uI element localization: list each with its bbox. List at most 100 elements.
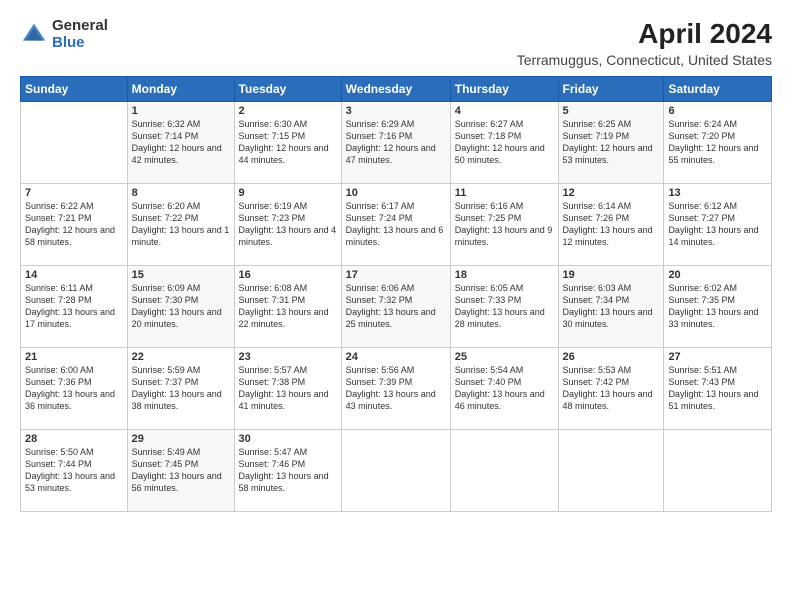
logo-general: General (52, 18, 108, 35)
day-number: 18 (455, 269, 554, 281)
cell-info: Sunrise: 6:17 AMSunset: 7:24 PMDaylight:… (346, 201, 444, 247)
calendar-cell: 23 Sunrise: 5:57 AMSunset: 7:38 PMDaylig… (234, 348, 341, 430)
main-title: April 2024 (517, 18, 772, 50)
calendar-cell: 20 Sunrise: 6:02 AMSunset: 7:35 PMDaylig… (664, 266, 772, 348)
calendar-cell: 8 Sunrise: 6:20 AMSunset: 7:22 PMDayligh… (127, 184, 234, 266)
day-number: 7 (25, 187, 123, 199)
day-number: 5 (563, 105, 660, 117)
day-number: 20 (668, 269, 767, 281)
day-number: 30 (239, 433, 337, 445)
day-number: 9 (239, 187, 337, 199)
day-number: 11 (455, 187, 554, 199)
cell-info: Sunrise: 6:32 AMSunset: 7:14 PMDaylight:… (132, 119, 222, 165)
week-row-3: 14 Sunrise: 6:11 AMSunset: 7:28 PMDaylig… (21, 266, 772, 348)
calendar-cell: 19 Sunrise: 6:03 AMSunset: 7:34 PMDaylig… (558, 266, 664, 348)
calendar-cell: 29 Sunrise: 5:49 AMSunset: 7:45 PMDaylig… (127, 430, 234, 512)
calendar-cell: 21 Sunrise: 6:00 AMSunset: 7:36 PMDaylig… (21, 348, 128, 430)
cell-info: Sunrise: 6:12 AMSunset: 7:27 PMDaylight:… (668, 201, 758, 247)
day-number: 19 (563, 269, 660, 281)
day-number: 6 (668, 105, 767, 117)
cell-info: Sunrise: 5:49 AMSunset: 7:45 PMDaylight:… (132, 447, 222, 493)
week-row-4: 21 Sunrise: 6:00 AMSunset: 7:36 PMDaylig… (21, 348, 772, 430)
cell-info: Sunrise: 6:14 AMSunset: 7:26 PMDaylight:… (563, 201, 653, 247)
week-row-2: 7 Sunrise: 6:22 AMSunset: 7:21 PMDayligh… (21, 184, 772, 266)
calendar-cell (341, 430, 450, 512)
header-sunday: Sunday (21, 77, 128, 102)
day-number: 23 (239, 351, 337, 363)
calendar-cell (664, 430, 772, 512)
week-row-5: 28 Sunrise: 5:50 AMSunset: 7:44 PMDaylig… (21, 430, 772, 512)
logo-text: General Blue (52, 18, 108, 51)
cell-info: Sunrise: 5:57 AMSunset: 7:38 PMDaylight:… (239, 365, 329, 411)
day-number: 10 (346, 187, 446, 199)
cell-info: Sunrise: 6:19 AMSunset: 7:23 PMDaylight:… (239, 201, 337, 247)
header-tuesday: Tuesday (234, 77, 341, 102)
day-number: 17 (346, 269, 446, 281)
cell-info: Sunrise: 5:50 AMSunset: 7:44 PMDaylight:… (25, 447, 115, 493)
calendar-cell: 11 Sunrise: 6:16 AMSunset: 7:25 PMDaylig… (450, 184, 558, 266)
cell-info: Sunrise: 6:08 AMSunset: 7:31 PMDaylight:… (239, 283, 329, 329)
calendar-header: Sunday Monday Tuesday Wednesday Thursday… (21, 77, 772, 102)
title-block: April 2024 Terramuggus, Connecticut, Uni… (517, 18, 772, 68)
cell-info: Sunrise: 6:25 AMSunset: 7:19 PMDaylight:… (563, 119, 653, 165)
logo-blue: Blue (52, 35, 108, 52)
day-number: 24 (346, 351, 446, 363)
cell-info: Sunrise: 6:11 AMSunset: 7:28 PMDaylight:… (25, 283, 115, 329)
cell-info: Sunrise: 6:03 AMSunset: 7:34 PMDaylight:… (563, 283, 653, 329)
calendar-cell: 17 Sunrise: 6:06 AMSunset: 7:32 PMDaylig… (341, 266, 450, 348)
day-number: 2 (239, 105, 337, 117)
header-saturday: Saturday (664, 77, 772, 102)
calendar-cell: 18 Sunrise: 6:05 AMSunset: 7:33 PMDaylig… (450, 266, 558, 348)
cell-info: Sunrise: 6:05 AMSunset: 7:33 PMDaylight:… (455, 283, 545, 329)
cell-info: Sunrise: 6:02 AMSunset: 7:35 PMDaylight:… (668, 283, 758, 329)
calendar-cell: 2 Sunrise: 6:30 AMSunset: 7:15 PMDayligh… (234, 102, 341, 184)
header-thursday: Thursday (450, 77, 558, 102)
cell-info: Sunrise: 5:54 AMSunset: 7:40 PMDaylight:… (455, 365, 545, 411)
calendar-cell: 30 Sunrise: 5:47 AMSunset: 7:46 PMDaylig… (234, 430, 341, 512)
cell-info: Sunrise: 6:22 AMSunset: 7:21 PMDaylight:… (25, 201, 115, 247)
header: General Blue April 2024 Terramuggus, Con… (20, 18, 772, 68)
cell-info: Sunrise: 6:06 AMSunset: 7:32 PMDaylight:… (346, 283, 436, 329)
day-number: 28 (25, 433, 123, 445)
calendar-cell (21, 102, 128, 184)
day-number: 12 (563, 187, 660, 199)
week-row-1: 1 Sunrise: 6:32 AMSunset: 7:14 PMDayligh… (21, 102, 772, 184)
calendar-cell: 25 Sunrise: 5:54 AMSunset: 7:40 PMDaylig… (450, 348, 558, 430)
day-number: 4 (455, 105, 554, 117)
calendar-cell: 14 Sunrise: 6:11 AMSunset: 7:28 PMDaylig… (21, 266, 128, 348)
calendar-cell: 22 Sunrise: 5:59 AMSunset: 7:37 PMDaylig… (127, 348, 234, 430)
cell-info: Sunrise: 6:16 AMSunset: 7:25 PMDaylight:… (455, 201, 553, 247)
day-number: 21 (25, 351, 123, 363)
calendar-cell: 27 Sunrise: 5:51 AMSunset: 7:43 PMDaylig… (664, 348, 772, 430)
calendar-cell: 16 Sunrise: 6:08 AMSunset: 7:31 PMDaylig… (234, 266, 341, 348)
calendar-cell: 15 Sunrise: 6:09 AMSunset: 7:30 PMDaylig… (127, 266, 234, 348)
calendar-cell (558, 430, 664, 512)
calendar-cell: 9 Sunrise: 6:19 AMSunset: 7:23 PMDayligh… (234, 184, 341, 266)
cell-info: Sunrise: 6:20 AMSunset: 7:22 PMDaylight:… (132, 201, 230, 247)
calendar-cell: 3 Sunrise: 6:29 AMSunset: 7:16 PMDayligh… (341, 102, 450, 184)
calendar-cell: 4 Sunrise: 6:27 AMSunset: 7:18 PMDayligh… (450, 102, 558, 184)
day-number: 14 (25, 269, 123, 281)
cell-info: Sunrise: 6:09 AMSunset: 7:30 PMDaylight:… (132, 283, 222, 329)
day-number: 8 (132, 187, 230, 199)
logo-icon (20, 21, 48, 49)
cell-info: Sunrise: 5:59 AMSunset: 7:37 PMDaylight:… (132, 365, 222, 411)
day-number: 22 (132, 351, 230, 363)
logo: General Blue (20, 18, 108, 51)
calendar-cell: 5 Sunrise: 6:25 AMSunset: 7:19 PMDayligh… (558, 102, 664, 184)
cell-info: Sunrise: 5:56 AMSunset: 7:39 PMDaylight:… (346, 365, 436, 411)
calendar-cell: 7 Sunrise: 6:22 AMSunset: 7:21 PMDayligh… (21, 184, 128, 266)
calendar-cell: 24 Sunrise: 5:56 AMSunset: 7:39 PMDaylig… (341, 348, 450, 430)
calendar-cell (450, 430, 558, 512)
cell-info: Sunrise: 6:24 AMSunset: 7:20 PMDaylight:… (668, 119, 758, 165)
calendar-cell: 13 Sunrise: 6:12 AMSunset: 7:27 PMDaylig… (664, 184, 772, 266)
day-number: 25 (455, 351, 554, 363)
subtitle: Terramuggus, Connecticut, United States (517, 52, 772, 68)
day-number: 15 (132, 269, 230, 281)
cell-info: Sunrise: 6:00 AMSunset: 7:36 PMDaylight:… (25, 365, 115, 411)
day-number: 29 (132, 433, 230, 445)
calendar-cell: 6 Sunrise: 6:24 AMSunset: 7:20 PMDayligh… (664, 102, 772, 184)
header-row: Sunday Monday Tuesday Wednesday Thursday… (21, 77, 772, 102)
day-number: 3 (346, 105, 446, 117)
cell-info: Sunrise: 6:30 AMSunset: 7:15 PMDaylight:… (239, 119, 329, 165)
